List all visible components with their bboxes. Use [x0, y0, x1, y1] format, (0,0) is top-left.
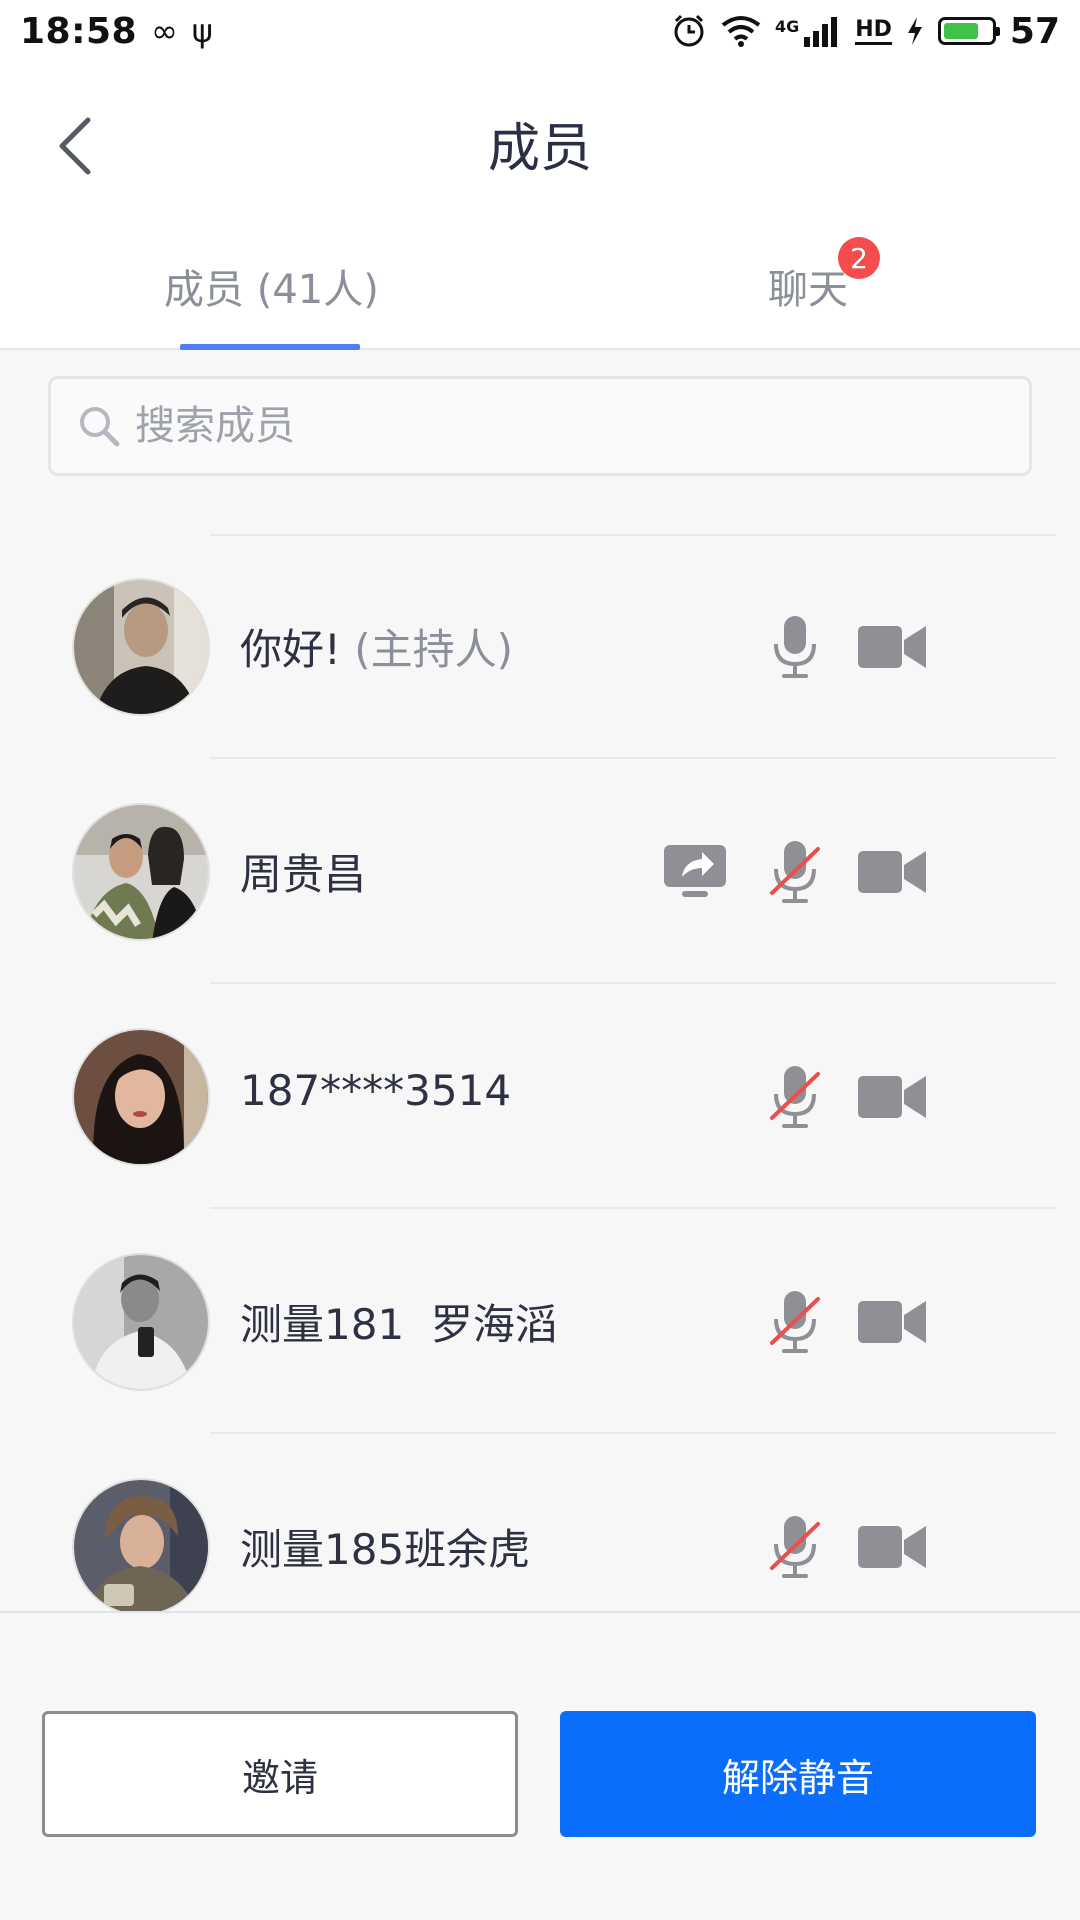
- active-tab-indicator: [180, 344, 360, 350]
- mic-on-icon[interactable]: [760, 612, 830, 682]
- video-camera-icon[interactable]: [856, 612, 928, 682]
- tab-chat[interactable]: 聊天: [768, 257, 848, 315]
- member-row[interactable]: 测量185班余虎: [0, 1434, 1080, 1611]
- signal-icon: [804, 17, 838, 47]
- avatar: [72, 578, 210, 716]
- invite-button[interactable]: 邀请: [42, 1711, 518, 1837]
- video-camera-icon[interactable]: [856, 837, 928, 907]
- tab-members[interactable]: 成员 (41人): [164, 257, 379, 315]
- bottom-action-bar: 邀请 解除静音: [0, 1611, 1080, 1920]
- screen-share-icon: [662, 837, 728, 907]
- host-role-label: (主持人): [354, 625, 513, 674]
- network-type-label: 4G: [774, 16, 800, 36]
- mic-muted-icon[interactable]: [760, 1287, 830, 1357]
- status-left: 18:58 ∞ ψ: [20, 11, 213, 52]
- member-name-text: 你好!: [240, 625, 341, 674]
- battery-level: 57: [1009, 10, 1060, 52]
- search-input[interactable]: [135, 403, 995, 449]
- chat-unread-badge: 2: [838, 237, 880, 279]
- video-camera-icon[interactable]: [856, 1062, 928, 1132]
- infinity-icon: ∞: [151, 12, 178, 50]
- avatar: [72, 1028, 210, 1166]
- mic-muted-icon[interactable]: [760, 1512, 830, 1582]
- battery-fill: [943, 23, 978, 39]
- mic-muted-icon[interactable]: [760, 837, 830, 907]
- mic-muted-icon[interactable]: [760, 1062, 830, 1132]
- search-icon: [80, 407, 120, 447]
- member-name: 你好! (主持人): [240, 616, 513, 677]
- tab-bar: 成员 (41人) 聊天 2: [0, 227, 1080, 350]
- app-header: 成员: [0, 62, 1080, 227]
- status-right: 4G HD 57: [671, 11, 1060, 52]
- usb-icon: ψ: [191, 12, 213, 50]
- member-name: 187****3514: [240, 1066, 512, 1115]
- unmute-button[interactable]: 解除静音: [560, 1711, 1036, 1837]
- member-row[interactable]: 你好! (主持人): [0, 534, 1080, 759]
- status-time: 18:58: [20, 10, 138, 52]
- member-row[interactable]: 187****3514: [0, 984, 1080, 1209]
- avatar: [72, 1253, 210, 1391]
- wifi-icon: [721, 16, 761, 47]
- member-row[interactable]: 周贵昌: [0, 759, 1080, 984]
- alarm-icon: [674, 14, 704, 47]
- page-title: 成员: [487, 119, 592, 179]
- hd-voice-icon: HD: [855, 17, 892, 45]
- charging-icon: [907, 17, 922, 45]
- status-bar: 18:58 ∞ ψ 4G HD 57: [0, 0, 1080, 62]
- member-name: 测量185班余虎: [240, 1525, 531, 1574]
- video-camera-icon[interactable]: [856, 1287, 928, 1357]
- video-camera-icon[interactable]: [856, 1512, 928, 1582]
- member-list: 你好! (主持人) 周贵昌 187****3514 测量181 罗海滔 测量18…: [0, 534, 1080, 1611]
- avatar: [72, 1478, 210, 1611]
- member-row[interactable]: 测量181 罗海滔: [0, 1209, 1080, 1434]
- battery-icon: [937, 17, 1000, 45]
- member-name: 测量181 罗海滔: [240, 1300, 557, 1349]
- search-bar[interactable]: [48, 376, 1032, 476]
- member-name: 周贵昌: [240, 850, 367, 899]
- avatar: [72, 803, 210, 941]
